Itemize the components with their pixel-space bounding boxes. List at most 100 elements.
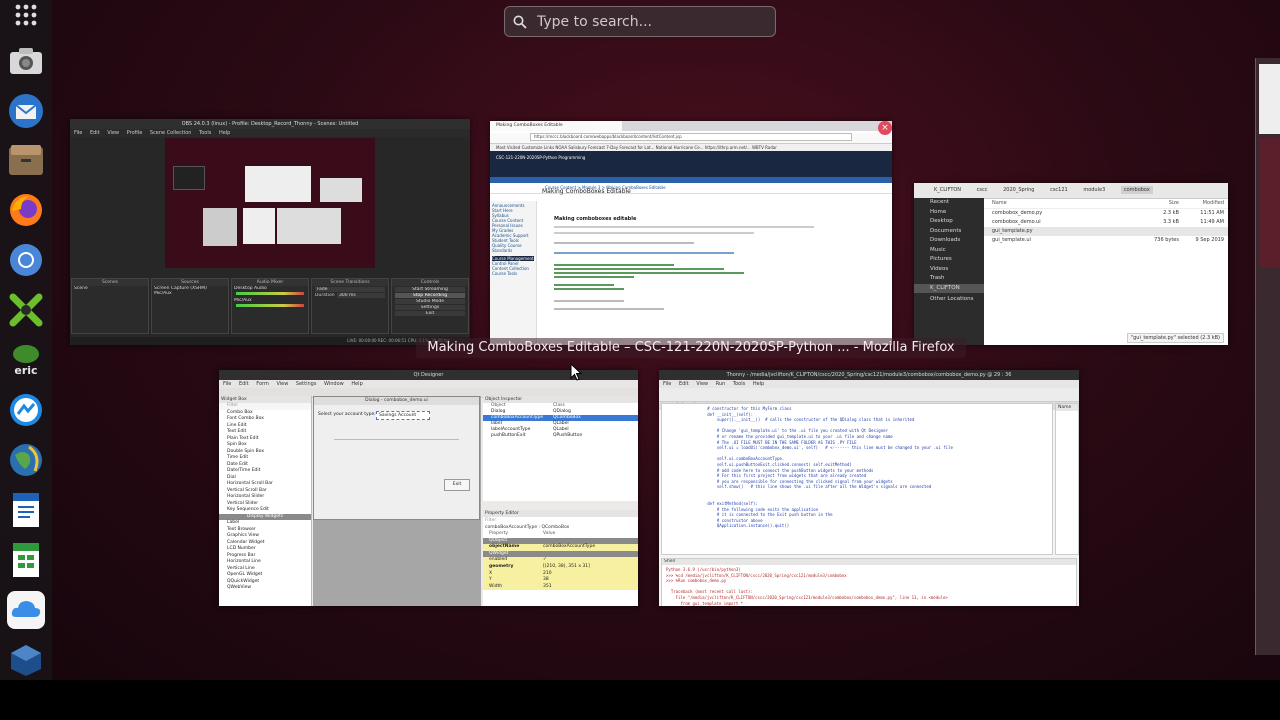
crossover-icon[interactable] xyxy=(5,290,47,330)
thonny-menu-file[interactable]: File xyxy=(663,381,671,387)
obs-menu-file[interactable]: File xyxy=(74,130,82,136)
globe-browser-icon[interactable] xyxy=(5,440,47,480)
qt-menu-settings[interactable]: Settings xyxy=(296,381,317,387)
sidebar-item-other-locations[interactable]: Other Locations xyxy=(914,295,984,305)
firefox-tab[interactable]: Making ComboBoxes Editable xyxy=(490,121,622,131)
qt-menu-window[interactable]: Window xyxy=(324,381,344,387)
obs-transition-select[interactable]: Fade xyxy=(315,287,385,292)
props-row[interactable]: Width 351 xyxy=(483,583,638,591)
obs-menu-profile[interactable]: Profile xyxy=(127,130,143,136)
messenger-icon[interactable] xyxy=(5,390,47,430)
thonny-window-thumbnail[interactable]: Thonny - /media/jvclifton/K_CLIFTON/cscc… xyxy=(659,370,1079,606)
sidebar-item-videos[interactable]: Videos xyxy=(914,265,984,275)
search-input[interactable] xyxy=(535,12,769,31)
thonny-menu-tools[interactable]: Tools xyxy=(733,381,745,387)
file-row[interactable]: gui_template.ui 736 bytes 9 Sep 2019 xyxy=(984,236,1228,245)
sidebar-item-downloads[interactable]: Downloads xyxy=(914,236,984,246)
obs-exit-button[interactable]: Exit xyxy=(395,311,465,316)
icloud-icon[interactable] xyxy=(5,590,47,630)
thonny-menu-run[interactable]: Run xyxy=(716,381,726,387)
qt-menu-form[interactable]: Form xyxy=(256,381,269,387)
column-name[interactable]: Name xyxy=(984,198,1134,208)
sidebar-item-desktop[interactable]: Desktop xyxy=(914,217,984,227)
qt-menu-file[interactable]: File xyxy=(223,381,231,387)
obs-menu-help[interactable]: Help xyxy=(219,130,230,136)
files-icon[interactable] xyxy=(5,141,47,181)
qt-menu-view[interactable]: View xyxy=(276,381,288,387)
sidebar-item-trash[interactable]: Trash xyxy=(914,274,984,284)
column-modified[interactable]: Modified xyxy=(1179,198,1224,208)
sidebar-item-documents[interactable]: Documents xyxy=(914,227,984,237)
sidebar-item-recent[interactable]: Recent xyxy=(914,198,984,208)
path-segment[interactable]: K_CLIFTON xyxy=(934,187,961,193)
form-title: Dialog - combobox_demo.ui xyxy=(314,397,479,405)
widget-item[interactable]: QWebView xyxy=(219,585,311,592)
code-editor[interactable]: # constructor for this MyForm class def … xyxy=(661,403,1053,555)
obs-volume-meter[interactable] xyxy=(236,304,304,307)
form-combobox[interactable]: Savings Account xyxy=(376,411,430,420)
props-row[interactable]: geometry [(210, 38), 351 x 31] xyxy=(483,563,638,571)
path-segment[interactable]: csc121 xyxy=(1050,187,1068,193)
course-menu-item[interactable]: Quality Course Standards xyxy=(492,243,534,253)
path-segment[interactable]: combobox xyxy=(1120,186,1153,194)
obs-menu-tools[interactable]: Tools xyxy=(199,130,211,136)
sidebar-item-pictures[interactable]: Pictures xyxy=(914,255,984,265)
obs-source-item[interactable]: Mic/Aux xyxy=(152,291,228,296)
partial-window-thumbnail[interactable] xyxy=(1255,58,1280,655)
close-window-icon[interactable]: × xyxy=(878,121,892,135)
sidebar-item-drive[interactable]: K_CLIFTON xyxy=(914,283,984,293)
obs-start-streaming-button[interactable]: Start Streaming xyxy=(395,287,465,292)
qt-menu-help[interactable]: Help xyxy=(351,381,362,387)
obs-volume-meter[interactable] xyxy=(236,292,304,295)
column-size[interactable]: Size xyxy=(1134,198,1179,208)
calc-icon[interactable] xyxy=(5,540,47,580)
sidebar-item-home[interactable]: Home xyxy=(914,208,984,218)
obs-menu-edit[interactable]: Edit xyxy=(90,130,100,136)
props-row[interactable]: enabled ✓ xyxy=(483,557,638,564)
files-window-thumbnail[interactable]: K_CLIFTON cscc 2020_Spring csc121 module… xyxy=(914,183,1228,345)
props-row[interactable]: Y 38 xyxy=(483,577,638,584)
qt-dialog-form[interactable]: Dialog - combobox_demo.ui Select your ac… xyxy=(313,396,480,520)
file-row[interactable]: combobox_demo.py 2.3 kB 11:51 AM xyxy=(984,209,1228,218)
thunderbird-icon[interactable] xyxy=(5,91,47,131)
firefox-icon[interactable] xyxy=(5,190,47,230)
eric-ide-icon[interactable]: eric xyxy=(5,340,47,380)
obs-scene-item[interactable]: Scene xyxy=(72,286,148,291)
screenshot-app-icon[interactable] xyxy=(5,41,47,81)
inspector-row[interactable]: pushButtonExit QPushButton xyxy=(483,433,638,439)
chromium-icon[interactable] xyxy=(5,240,47,280)
obs-menu-view[interactable]: View xyxy=(107,130,119,136)
sidebar-item-music[interactable]: Music xyxy=(914,246,984,256)
qt-menu-edit[interactable]: Edit xyxy=(239,381,249,387)
shell-pane[interactable]: Shell Python 3.6.9 (/usr/bin/python3) >>… xyxy=(661,558,1077,606)
writer-icon[interactable] xyxy=(5,490,47,530)
obs-menu-scene-collection[interactable]: Scene Collection xyxy=(150,130,192,136)
thonny-menu-edit[interactable]: Edit xyxy=(679,381,689,387)
path-segment[interactable]: cscc xyxy=(977,187,988,193)
content-item-title[interactable]: Making comboboxes editable xyxy=(542,216,887,222)
obs-studio-mode-button[interactable]: Studio Mode xyxy=(395,299,465,304)
props-row[interactable]: X 210 xyxy=(483,570,638,578)
course-menu-item[interactable]: Course Tools xyxy=(492,271,534,276)
thonny-menu-help[interactable]: Help xyxy=(753,381,764,387)
file-row[interactable]: gui_template.py xyxy=(984,227,1228,236)
qt-designer-window-thumbnail[interactable]: Qt Designer File Edit Form View Settings… xyxy=(219,370,638,606)
show-applications-icon[interactable] xyxy=(5,2,47,29)
firefox-window-thumbnail[interactable]: Making ComboBoxes Editable https://mccc.… xyxy=(490,121,892,345)
props-row[interactable]: objectName comboBoxAccountType xyxy=(483,544,638,551)
course-header[interactable]: CSC-121-220N-2020SP-Python Programming xyxy=(490,151,892,164)
obs-window-thumbnail[interactable]: OBS 24.0.3 (linux) - Profile: Desktop_Re… xyxy=(70,119,470,345)
firefox-bookmarks-bar[interactable]: Most Visited Customize Links NOAA Salisb… xyxy=(490,144,892,151)
obs-duration-input[interactable]: 300 ms xyxy=(337,293,385,298)
path-segment[interactable]: 2020_Spring xyxy=(1003,187,1034,193)
firefox-url-input[interactable]: https://mccc.blackboard.com/webapps/blac… xyxy=(530,133,852,141)
obs-stop-recording-button[interactable]: Stop Recording xyxy=(395,293,465,298)
obs-settings-button[interactable]: Settings xyxy=(395,305,465,310)
virtualbox-icon[interactable] xyxy=(5,640,47,680)
path-segment[interactable]: module3 xyxy=(1083,187,1105,193)
file-row[interactable]: combobox_demo.ui 3.3 kB 11:49 AM xyxy=(984,218,1228,227)
thonny-menu-view[interactable]: View xyxy=(696,381,708,387)
search-box[interactable] xyxy=(504,6,776,37)
form-exit-button[interactable]: Exit xyxy=(444,479,470,491)
props-filter[interactable]: Filter xyxy=(483,517,638,524)
